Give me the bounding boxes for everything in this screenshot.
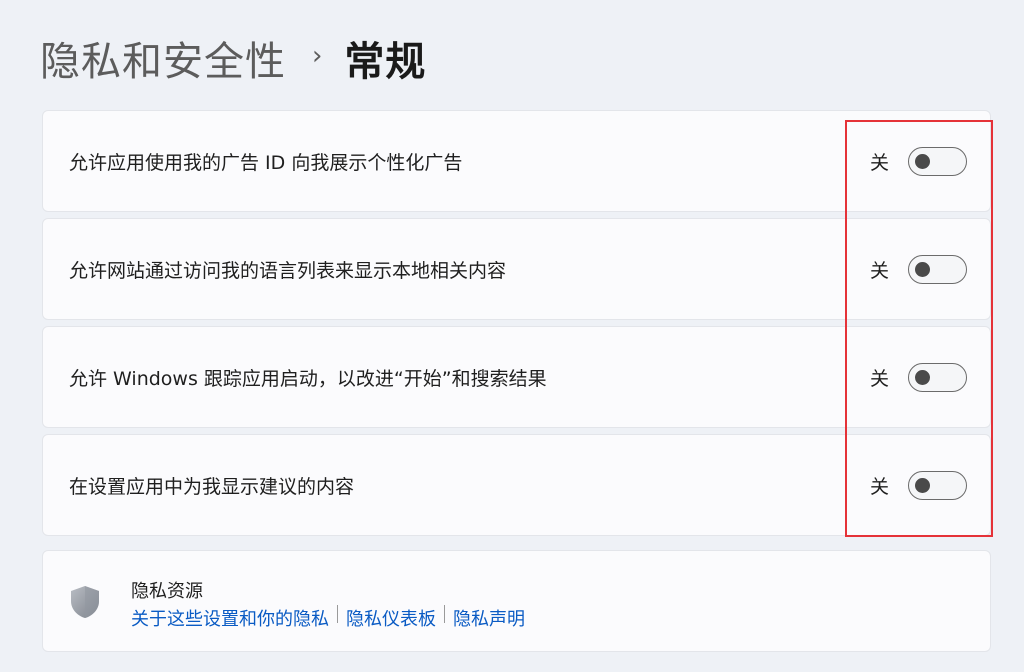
link-divider <box>337 605 338 623</box>
privacy-resources-card: 隐私资源 关于这些设置和你的隐私 隐私仪表板 隐私声明 <box>42 550 991 652</box>
toggle-knob <box>915 261 930 277</box>
toggle-knob <box>915 477 930 493</box>
setting-row-suggested-content: 在设置应用中为我显示建议的内容 关 <box>42 434 991 536</box>
suggested-content-toggle[interactable] <box>908 470 967 500</box>
resources-title: 隐私资源 <box>131 581 203 602</box>
setting-label: 允许网站通过访问我的语言列表来显示本地相关内容 <box>69 259 507 282</box>
privacy-settings-link[interactable]: 关于这些设置和你的隐私 <box>131 605 329 631</box>
toggle-state-label: 关 <box>870 259 890 282</box>
toggle-state-label: 关 <box>870 475 890 498</box>
toggle-knob <box>915 153 930 169</box>
breadcrumb-parent[interactable]: 隐私和安全性 <box>40 29 286 87</box>
toggle-knob <box>915 369 930 385</box>
setting-row-language-list: 允许网站通过访问我的语言列表来显示本地相关内容 关 <box>42 218 991 320</box>
ad-id-toggle[interactable] <box>908 146 967 176</box>
toggle-state-label: 关 <box>870 151 890 174</box>
setting-label: 允许应用使用我的广告 ID 向我展示个性化广告 <box>69 151 463 174</box>
toggle-state-label: 关 <box>870 367 890 390</box>
language-list-toggle[interactable] <box>908 254 967 284</box>
breadcrumb-separator: › <box>312 41 323 71</box>
privacy-statement-link[interactable]: 隐私声明 <box>453 605 525 631</box>
setting-row-app-launch-tracking: 允许 Windows 跟踪应用启动，以改进“开始”和搜索结果 关 <box>42 326 991 428</box>
setting-row-ad-id: 允许应用使用我的广告 ID 向我展示个性化广告 关 <box>42 110 991 212</box>
setting-label: 在设置应用中为我显示建议的内容 <box>69 475 355 498</box>
breadcrumb: 隐私和安全性 › 常规 <box>40 30 426 86</box>
link-divider <box>444 605 445 623</box>
privacy-dashboard-link[interactable]: 隐私仪表板 <box>346 605 436 631</box>
resources-links: 关于这些设置和你的隐私 隐私仪表板 隐私声明 <box>131 605 525 631</box>
page-title: 常规 <box>344 39 427 85</box>
setting-label: 允许 Windows 跟踪应用启动，以改进“开始”和搜索结果 <box>69 367 547 390</box>
app-launch-tracking-toggle[interactable] <box>908 362 967 392</box>
shield-icon <box>71 586 99 618</box>
